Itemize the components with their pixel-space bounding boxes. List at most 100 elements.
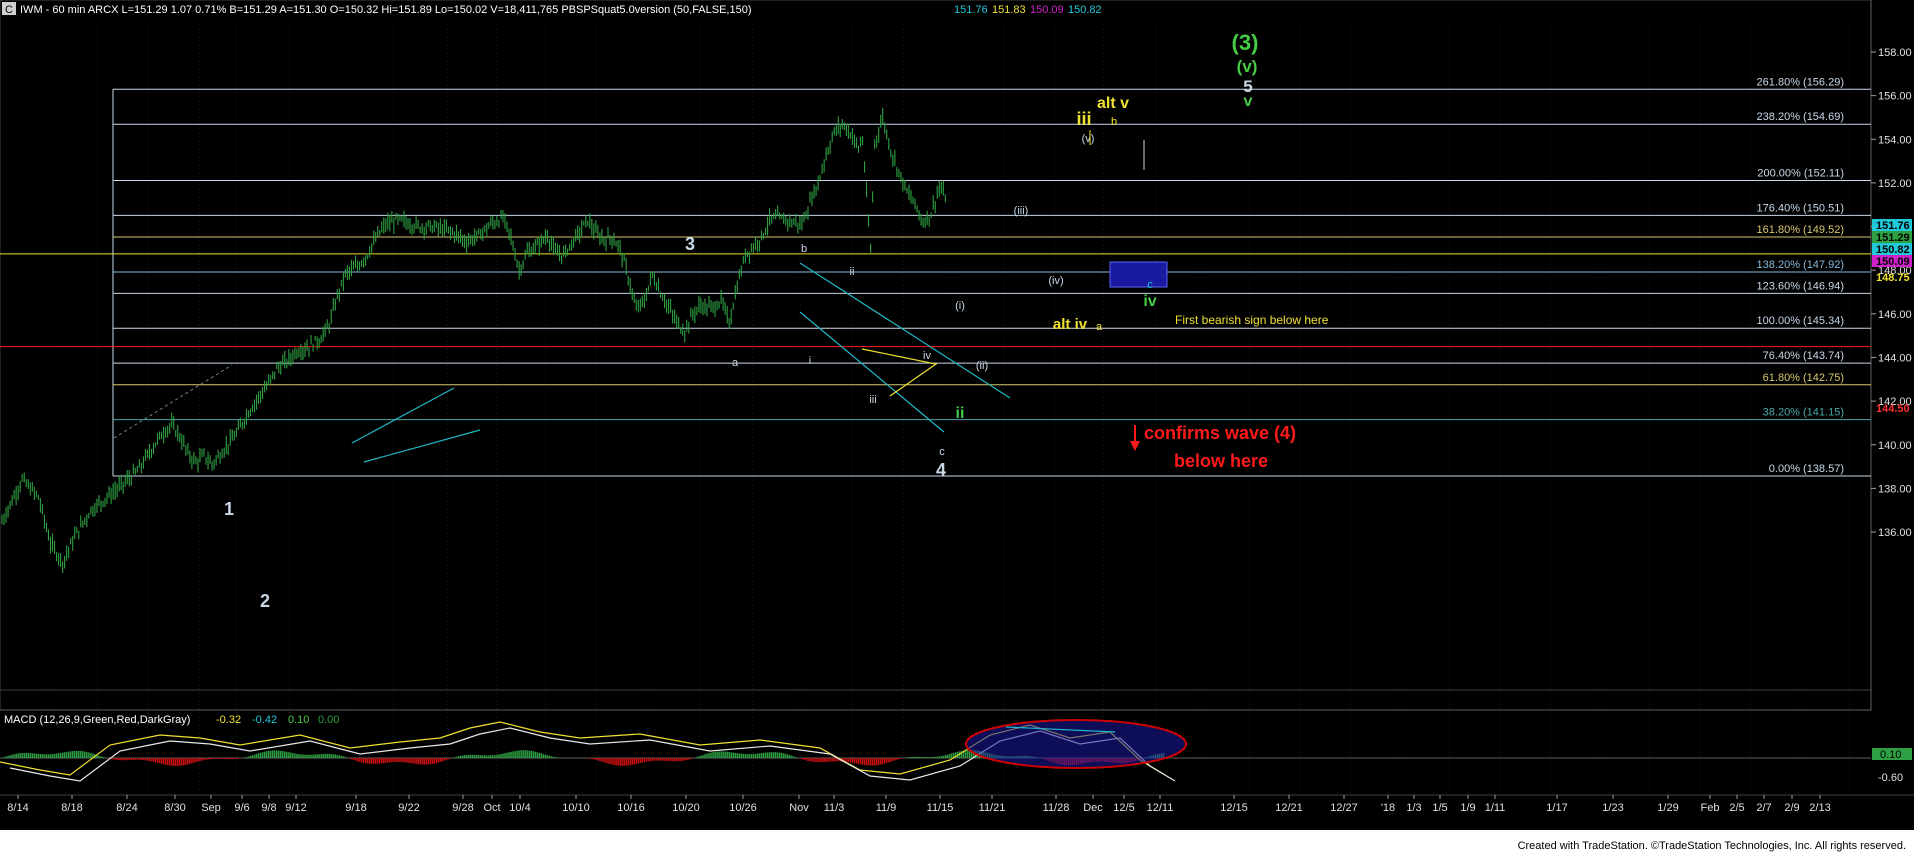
header-value-1: 151.76 <box>954 4 988 16</box>
header-value-4: 150.82 <box>1068 4 1102 16</box>
x-tick-label-20: 11/15 <box>927 802 954 814</box>
annotation-ii: ii <box>850 266 855 278</box>
macd-value-2: -0.42 <box>252 714 277 726</box>
fib-label-8: 76.40% (143.74) <box>1763 350 1844 362</box>
macd-value-1: -0.32 <box>216 714 241 726</box>
fib-label-4: 161.80% (149.52) <box>1757 224 1844 236</box>
fib-label-1: 238.20% (154.69) <box>1757 111 1844 123</box>
annotation-b: b <box>801 243 807 255</box>
annotation-a2s: a <box>1096 321 1103 333</box>
chart-badge: C <box>5 4 13 16</box>
x-tick-label-27: 12/21 <box>1275 802 1303 814</box>
header-value-2: 151.83 <box>992 4 1026 16</box>
macd-label: MACD (12,26,9,Green,Red,DarkGray) <box>4 714 190 726</box>
annotation-a: a <box>732 357 739 369</box>
annotation-a1: 1 <box>224 499 234 519</box>
x-tick-label-9: 9/22 <box>398 802 419 814</box>
fib-label-7: 100.00% (145.34) <box>1757 315 1844 327</box>
y-tick-label-3: 152.00 <box>1878 178 1912 190</box>
x-tick-label-13: 10/10 <box>562 802 590 814</box>
x-tick-label-10: 9/28 <box>452 802 473 814</box>
annotation-v_p: (v) <box>1082 133 1095 145</box>
annotation-confirms1: confirms wave (4) <box>1144 423 1296 443</box>
annotation-ii_g: ii <box>956 405 965 422</box>
annotation-iii_p: (iii) <box>1014 205 1029 217</box>
fib-label-9: 61.80% (142.75) <box>1763 372 1844 384</box>
annotation-w3: (3) <box>1232 30 1259 55</box>
macd-value-4: 0.00 <box>318 714 339 726</box>
x-tick-label-7: 9/12 <box>285 802 306 814</box>
price-tag-5: 144.50 <box>1876 403 1910 415</box>
x-tick-label-33: 1/11 <box>1485 802 1506 814</box>
annotation-i_p: (i) <box>955 300 965 312</box>
x-tick-label-5: 9/6 <box>234 802 249 814</box>
x-tick-label-41: 2/13 <box>1809 802 1830 814</box>
x-tick-label-4: Sep <box>201 802 221 814</box>
x-tick-label-38: 2/5 <box>1729 802 1744 814</box>
annotation-c: c <box>939 446 945 458</box>
annotation-i: i <box>809 355 811 367</box>
x-tick-label-8: 9/18 <box>345 802 366 814</box>
y-tick-label-7: 144.00 <box>1878 352 1912 364</box>
annotation-iv_g: iv <box>1143 293 1156 310</box>
x-tick-label-19: 11/9 <box>876 802 897 814</box>
chart-background <box>0 0 1914 856</box>
price-tag-2: 150.82 <box>1876 244 1910 256</box>
x-tick-label-25: 12/11 <box>1147 802 1174 814</box>
price-tag-3: 150.09 <box>1876 256 1910 268</box>
fib-label-5: 138.20% (147.92) <box>1757 259 1844 271</box>
annotation-a4: 4 <box>936 460 946 480</box>
price-tag-0: 151.76 <box>1876 220 1910 232</box>
annotation-wv: (v) <box>1237 57 1258 76</box>
x-tick-label-11: Oct <box>483 802 500 814</box>
y-tick-label-2: 154.00 <box>1878 134 1912 146</box>
chart: C IWM - 60 min ARCX L=151.29 1.07 0.71% … <box>0 0 1914 856</box>
support-box <box>1109 261 1168 288</box>
x-tick-label-2: 8/24 <box>116 802 137 814</box>
fib-label-11: 0.00% (138.57) <box>1769 463 1844 475</box>
x-tick-label-14: 10/16 <box>617 802 645 814</box>
fib-label-6: 123.60% (146.94) <box>1757 280 1844 292</box>
x-tick-label-34: 1/17 <box>1546 802 1567 814</box>
x-tick-label-28: 12/27 <box>1330 802 1358 814</box>
fib-label-3: 176.40% (150.51) <box>1757 202 1844 214</box>
fib-label-0: 261.80% (156.29) <box>1757 76 1844 88</box>
x-tick-label-26: 12/15 <box>1220 802 1248 814</box>
x-tick-label-24: 12/5 <box>1113 802 1134 814</box>
annotation-alt_iv: alt iv <box>1053 316 1088 333</box>
annotation-alt_v: alt v <box>1097 95 1129 112</box>
y-tick-label-6: 146.00 <box>1878 309 1912 321</box>
annotation-iii_y: iii <box>1076 109 1091 129</box>
x-tick-label-30: 1/3 <box>1406 802 1421 814</box>
x-tick-label-23: Dec <box>1083 802 1103 814</box>
annotation-bearish: First bearish sign below here <box>1175 313 1329 327</box>
x-tick-label-22: 11/28 <box>1043 802 1070 814</box>
chart-header-info: IWM - 60 min ARCX L=151.29 1.07 0.71% B=… <box>20 4 752 16</box>
x-tick-label-6: 9/8 <box>261 802 276 814</box>
annotation-a3: 3 <box>685 234 695 254</box>
x-tick-label-21: 11/21 <box>979 802 1006 814</box>
footer-credit: Created with TradeStation. ©TradeStation… <box>1518 840 1906 852</box>
x-tick-label-15: 10/20 <box>672 802 700 814</box>
x-tick-label-39: 2/7 <box>1756 802 1771 814</box>
y-tick-label-9: 140.00 <box>1878 440 1912 452</box>
y-tick-label-0: 158.00 <box>1878 47 1912 59</box>
annotation-iv_s: iv <box>923 350 931 362</box>
annotation-b2: b <box>1111 116 1117 128</box>
x-tick-label-3: 8/30 <box>164 802 185 814</box>
x-tick-label-31: 1/5 <box>1432 802 1447 814</box>
x-tick-label-40: 2/9 <box>1784 802 1799 814</box>
annotation-iii_s: iii <box>869 394 876 406</box>
annotation-c2: c <box>1147 279 1153 291</box>
macd-y-tick-1: -0.60 <box>1878 772 1903 784</box>
price-tag-1: 151.29 <box>1876 232 1910 244</box>
annotation-a2: 2 <box>260 591 270 611</box>
x-tick-label-18: 11/3 <box>824 802 845 814</box>
macd-value-3: 0.10 <box>288 714 309 726</box>
y-tick-label-11: 136.00 <box>1878 527 1912 539</box>
header-value-3: 150.09 <box>1030 4 1064 16</box>
x-tick-label-16: 10/26 <box>729 802 757 814</box>
x-tick-label-35: 1/23 <box>1602 802 1623 814</box>
annotation-wv2: v <box>1244 93 1253 110</box>
x-tick-label-1: 8/18 <box>61 802 82 814</box>
